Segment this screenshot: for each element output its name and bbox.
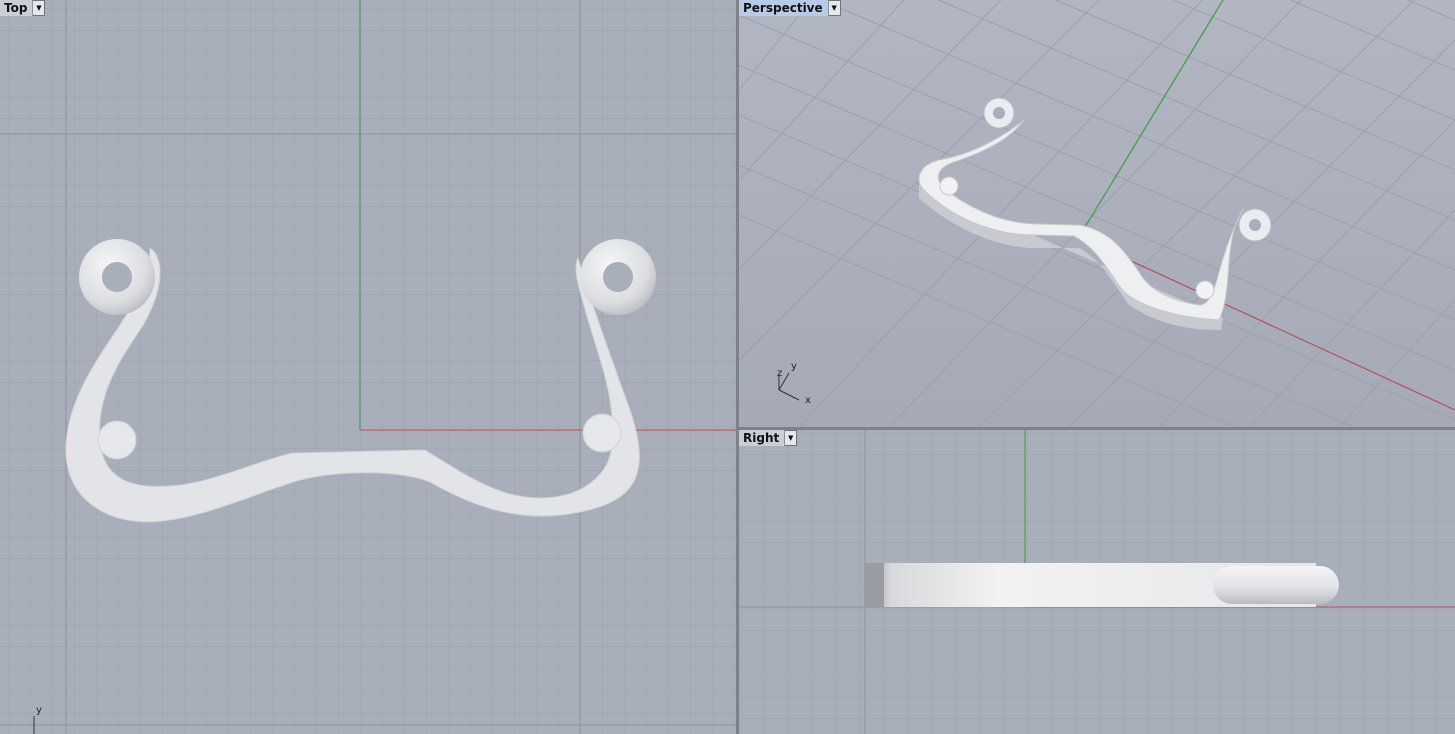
left-knob bbox=[97, 420, 137, 460]
viewport-title[interactable]: Right bbox=[739, 430, 786, 446]
viewport-title[interactable]: Top bbox=[0, 0, 34, 16]
viewport-label-top[interactable]: Top ▼ bbox=[0, 0, 46, 16]
knob-a bbox=[939, 176, 959, 196]
axis-y-label: y bbox=[36, 705, 42, 716]
perspective-view-canvas[interactable]: x y z bbox=[739, 0, 1455, 427]
chevron-down-icon[interactable]: ▼ bbox=[785, 430, 798, 446]
right-knob bbox=[582, 413, 622, 453]
knob-b bbox=[1195, 280, 1215, 300]
viewport-title[interactable]: Perspective bbox=[739, 0, 829, 16]
viewport-label-right[interactable]: Right ▼ bbox=[739, 430, 798, 446]
viewport-right[interactable]: Right ▼ bbox=[739, 430, 1455, 734]
axis-y-label: y bbox=[791, 361, 797, 372]
viewport-perspective[interactable]: x y z Perspective ▼ bbox=[739, 0, 1455, 427]
hook-side-profile[interactable] bbox=[864, 563, 1339, 607]
viewport-label-perspective[interactable]: Perspective ▼ bbox=[739, 0, 841, 16]
top-view-canvas[interactable]: y bbox=[0, 0, 736, 734]
viewport-top[interactable]: y Top ▼ bbox=[0, 0, 736, 734]
axis-z-label: z bbox=[777, 368, 782, 379]
chevron-down-icon[interactable]: ▼ bbox=[828, 0, 841, 16]
axis-x-label: x bbox=[805, 395, 811, 406]
chevron-down-icon[interactable]: ▼ bbox=[33, 0, 46, 16]
right-view-canvas[interactable] bbox=[739, 430, 1455, 734]
